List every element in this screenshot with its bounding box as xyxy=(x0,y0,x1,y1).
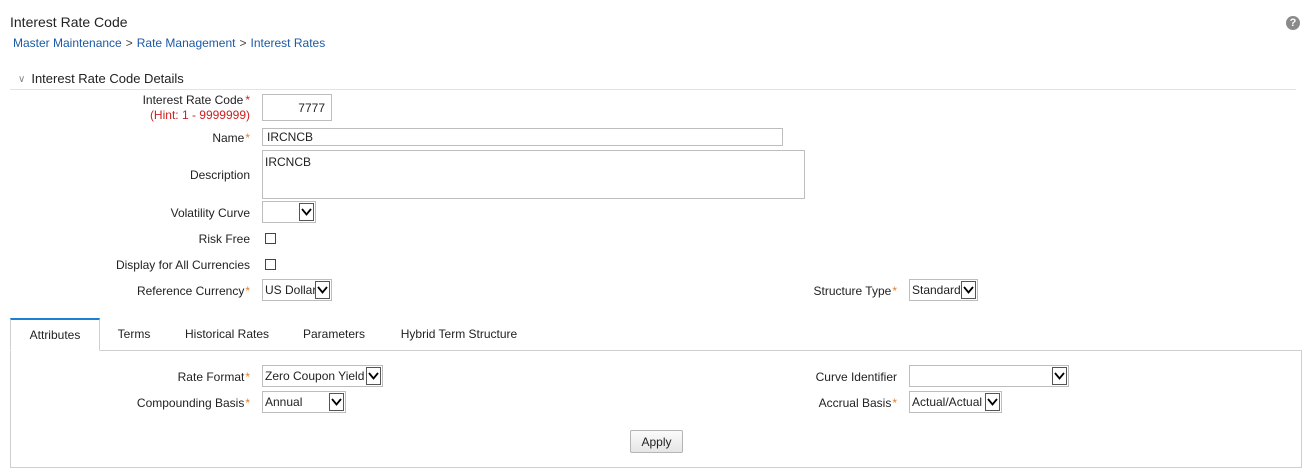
structure-type-value: Standard xyxy=(912,283,961,297)
tab-attributes[interactable]: Attributes xyxy=(10,318,100,351)
rate-format-label: Rate Format* xyxy=(178,370,250,384)
curve-identifier-select[interactable] xyxy=(909,365,1069,387)
required-marker: * xyxy=(245,370,250,384)
name-label-text: Name xyxy=(212,131,245,145)
tab-terms[interactable]: Terms xyxy=(104,318,164,351)
accrual-basis-select[interactable]: Actual/Actual xyxy=(909,391,1002,413)
volatility-curve-select[interactable] xyxy=(262,201,316,223)
name-input[interactable] xyxy=(262,128,783,146)
chevron-down-icon xyxy=(315,281,330,299)
structure-type-select[interactable]: Standard xyxy=(909,279,978,301)
rate-format-select[interactable]: Zero Coupon Yield xyxy=(262,365,383,387)
display-all-currencies-checkbox[interactable] xyxy=(265,259,276,270)
required-marker: * xyxy=(245,93,250,107)
reference-currency-select[interactable]: US Dollar xyxy=(262,279,332,301)
tab-historical-rates[interactable]: Historical Rates xyxy=(174,318,280,351)
curve-identifier-label: Curve Identifier xyxy=(815,370,897,384)
breadcrumb-rate-management[interactable]: Rate Management xyxy=(137,36,236,50)
required-marker: * xyxy=(245,396,250,410)
reference-currency-label-text: Reference Currency xyxy=(136,284,245,298)
rate-format-value: Zero Coupon Yield xyxy=(265,369,365,383)
tab-parameters[interactable]: Parameters xyxy=(290,318,378,351)
breadcrumb-master-maintenance[interactable]: Master Maintenance xyxy=(13,36,122,50)
required-marker: * xyxy=(245,284,250,298)
rate-format-label-text: Rate Format xyxy=(177,370,245,384)
tab-hybrid-term-structure[interactable]: Hybrid Term Structure xyxy=(390,318,528,351)
interest-rate-code-hint: (Hint: 1 - 9999999) xyxy=(149,108,250,122)
risk-free-checkbox[interactable] xyxy=(265,233,276,244)
interest-rate-code-input[interactable] xyxy=(262,94,332,121)
chevron-down-icon: ∨ xyxy=(18,74,26,85)
section-title: Interest Rate Code Details xyxy=(31,71,184,86)
compounding-basis-select[interactable]: Annual xyxy=(262,391,346,413)
breadcrumb: Master Maintenance > Rate Management > Inter… xyxy=(13,36,325,50)
required-marker: * xyxy=(892,396,897,410)
structure-type-label: Structure Type* xyxy=(814,284,898,298)
breadcrumb-interest-rates[interactable]: Interest Rates xyxy=(251,36,326,50)
compounding-basis-label: Compounding Basis* xyxy=(137,396,250,410)
required-marker: * xyxy=(245,131,250,145)
question-circle-icon[interactable]: ? xyxy=(1286,16,1300,30)
breadcrumb-separator: > xyxy=(239,36,247,50)
structure-type-label-text: Structure Type xyxy=(813,284,892,298)
interest-rate-code-label-text: Interest Rate Code xyxy=(142,93,244,107)
section-divider xyxy=(10,89,1296,90)
description-label: Description xyxy=(189,168,250,182)
accrual-basis-value: Actual/Actual xyxy=(912,395,983,409)
chevron-down-icon xyxy=(961,281,976,299)
page-title: Interest Rate Code xyxy=(10,14,128,30)
description-textarea[interactable]: IRCNCB xyxy=(262,150,805,199)
compounding-basis-value: Annual xyxy=(265,395,303,409)
risk-free-label: Risk Free xyxy=(198,232,250,246)
name-label: Name* xyxy=(212,131,250,145)
chevron-down-icon xyxy=(985,393,1000,411)
breadcrumb-separator: > xyxy=(125,36,133,50)
chevron-down-icon xyxy=(329,393,344,411)
interest-rate-code-label: Interest Rate Code * xyxy=(143,93,250,107)
chevron-down-icon xyxy=(299,203,314,221)
compounding-basis-label-text: Compounding Basis xyxy=(136,396,245,410)
section-header-toggle[interactable]: ∨ Interest Rate Code Details xyxy=(18,71,184,86)
chevron-down-icon xyxy=(366,367,381,385)
apply-button[interactable]: Apply xyxy=(630,430,683,453)
reference-currency-label: Reference Currency* xyxy=(137,284,250,298)
reference-currency-value: US Dollar xyxy=(265,283,315,297)
accrual-basis-label-text: Accrual Basis xyxy=(818,396,892,410)
display-all-currencies-label: Display for All Currencies xyxy=(115,258,250,272)
accrual-basis-label: Accrual Basis* xyxy=(819,396,897,410)
volatility-curve-label: Volatility Curve xyxy=(170,206,250,220)
chevron-down-icon xyxy=(1052,367,1067,385)
required-marker: * xyxy=(892,284,897,298)
